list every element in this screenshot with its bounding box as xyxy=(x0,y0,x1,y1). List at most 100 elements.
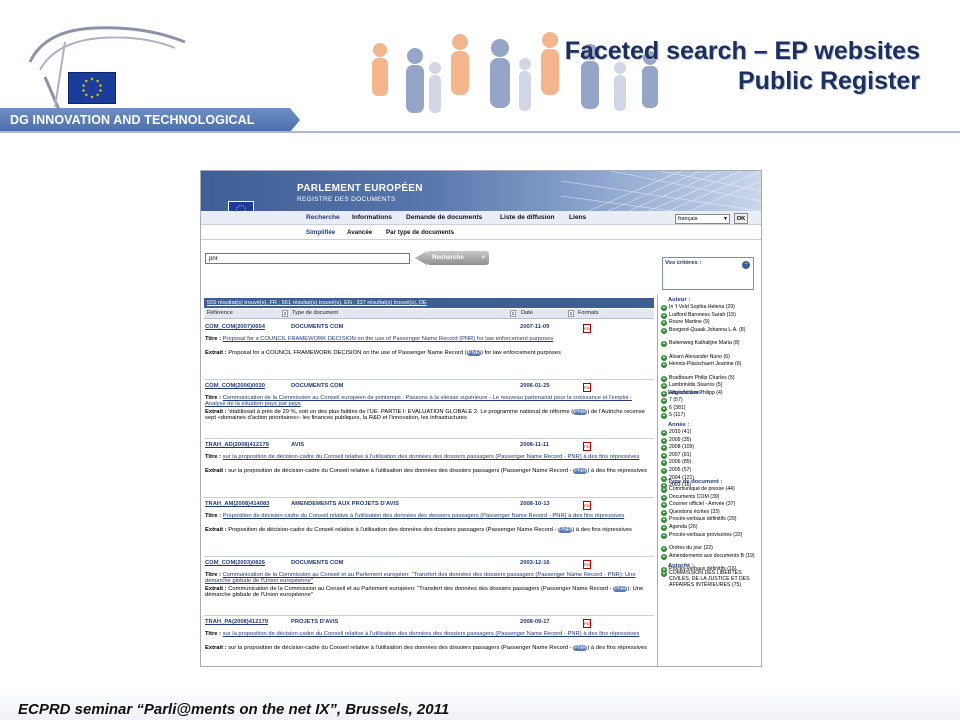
facet-item[interactable]: 5 (117) xyxy=(660,412,756,419)
result-title-link[interactable]: sur la proposition de décision-cadre du … xyxy=(223,454,640,460)
extract-text-before: Proposal for a COUNCIL FRAMEWORK DECISIO… xyxy=(228,350,467,356)
facet-item[interactable]: Courrier officiel - Arrivée (37) xyxy=(660,501,756,508)
pdf-icon[interactable]: PDF xyxy=(583,560,592,569)
result-title-link[interactable]: Proposition de décision-cadre du Conseil… xyxy=(223,513,625,519)
pdf-icon[interactable]: PDF xyxy=(583,501,592,510)
facet-item[interactable]: 2008 (109) xyxy=(660,444,756,451)
facet-item[interactable]: Alvaro Alexander Nuno (6) xyxy=(660,354,756,361)
nav-recherche[interactable]: Recherche xyxy=(306,214,340,221)
facet-item[interactable]: Questions écrites (33) xyxy=(660,509,756,516)
result-reference-link[interactable]: TRAH_AM(2008)414083 xyxy=(205,501,269,507)
nav-informations[interactable]: Informations xyxy=(352,214,392,221)
result-title: Titre : sur la proposition de décision-c… xyxy=(205,454,651,460)
titre-label: Titre : xyxy=(205,631,221,637)
facet-item[interactable]: Lambrinidis Stavros (5) xyxy=(660,382,756,389)
facet-item[interactable]: Ordres du jour (22) xyxy=(660,545,756,552)
pdf-icon[interactable]: PDF xyxy=(583,324,592,333)
facet-item[interactable]: 2005 (57) xyxy=(660,467,756,474)
result-extract: Extrait : Proposal for a COUNCIL FRAMEWO… xyxy=(205,350,651,356)
facet-item[interactable]: In 't Veld Sophia Helena (29) xyxy=(660,304,756,311)
facet-item[interactable]: Boogerd-Quaak Johanna L.A. (8) xyxy=(660,327,756,334)
result-reference-link[interactable]: COM_COM(2007)0654 xyxy=(205,324,265,330)
result-reference-link[interactable]: TRAH_PA(2008)412179 xyxy=(205,619,268,625)
col-date[interactable]: Date xyxy=(521,310,533,316)
facet-item[interactable]: 6 (381) xyxy=(660,405,756,412)
facet-item[interactable]: Roure Martine (9) xyxy=(660,319,756,326)
result-title-link[interactable]: Proposal for a COUNCIL FRAMEWORK DECISIO… xyxy=(223,336,554,342)
results-summary: 555 résultat(s) trouvé(s), FR ; 561 résu… xyxy=(204,298,654,308)
result-extract: Extrait : 'établissait à près de 29 %, s… xyxy=(205,409,651,422)
facet-item[interactable]: 2007 (91) xyxy=(660,452,756,459)
svg-text:★: ★ xyxy=(96,92,100,98)
public-register-screenshot: PARLEMENT EUROPÉEN REGISTRE DES DOCUMENT… xyxy=(200,170,762,667)
result-title-link[interactable]: Communication de la Commission au Consei… xyxy=(205,395,632,407)
subnav-par-type[interactable]: Par type de documents xyxy=(386,229,454,236)
result-date: 2007-11-09 xyxy=(520,324,550,330)
search-plus-icon[interactable]: + xyxy=(481,251,485,265)
col-sort-icon[interactable]: ⇕ xyxy=(568,310,574,317)
titre-label: Titre : xyxy=(205,454,221,460)
facet-item[interactable]: 7 (57) xyxy=(660,397,756,404)
search-button[interactable]: Recherche + xyxy=(427,251,489,265)
subnav-simplifiee[interactable]: Simplifiée xyxy=(306,229,335,236)
facet-item[interactable]: Hennis-Plasschaert Jeanine (6) xyxy=(660,361,756,368)
result-title-link[interactable]: sur la proposition de décision-cadre du … xyxy=(223,631,640,637)
col-sort-icon[interactable]: ⇕ xyxy=(510,310,516,317)
subnav-avancee[interactable]: Avancée xyxy=(347,229,372,236)
result-reference-link[interactable]: COM_COM(2003)0826 xyxy=(205,560,265,566)
extrait-label: Extrait : xyxy=(205,409,227,415)
results-list: COM_COM(2007)0654 DOCUMENTS COM 2007-11-09… xyxy=(204,321,654,666)
result-title: Titre : Communication de la Commission a… xyxy=(205,395,651,408)
col-reference[interactable]: Référence xyxy=(207,310,233,316)
pdf-icon[interactable]: PDF xyxy=(583,383,592,392)
nav-liens[interactable]: Liens xyxy=(569,214,586,221)
extract-text-before: Proposition de décision-cadre du Conseil… xyxy=(228,527,558,533)
facet-item[interactable]: Agenda (26) xyxy=(660,524,756,531)
result-date: 2008-09-17 xyxy=(520,619,550,625)
slide-title: Faceted search – EP websites Public Regi… xyxy=(565,36,920,96)
result-extract: Extrait : sur la proposition de décision… xyxy=(205,645,651,651)
result-type: AVIS xyxy=(291,442,305,448)
pdf-icon[interactable]: PDF xyxy=(583,442,592,451)
ep-site-name: PARLEMENT EUROPÉEN xyxy=(297,183,423,194)
facet-item[interactable]: Buitenweg Kathalijne Maria (8) xyxy=(660,340,756,347)
nav-demande-documents[interactable]: Demande de documents xyxy=(406,214,482,221)
results-summary-text[interactable]: 555 résultat(s) trouvé(s), FR ; 561 résu… xyxy=(207,300,427,306)
facet-item[interactable]: COMMISSION DES LIBERTÉS CIVILES, DE LA J… xyxy=(660,570,756,588)
search-input[interactable]: pnr xyxy=(205,253,410,264)
col-formats[interactable]: Formats xyxy=(578,310,599,316)
facet-item[interactable]: Documents COM (39) xyxy=(660,494,756,501)
search-term-highlight: PNR xyxy=(558,527,573,533)
col-type[interactable]: Type de document xyxy=(292,310,338,316)
facet-group-title: Année : xyxy=(668,422,690,428)
results-column-headers: Référence ⇕ Type de document ⇕ Date ⇕ Fo… xyxy=(204,309,654,319)
result-title-link[interactable]: Communication de la Commission au Consei… xyxy=(205,572,636,584)
nav-liste-diffusion[interactable]: Liste de diffusion xyxy=(500,214,555,221)
facet-item[interactable]: Amendements aux documents B (19) xyxy=(660,553,756,560)
result-reference-link[interactable]: COM_COM(2006)0030 xyxy=(205,383,265,389)
extract-text-before: 'établissait à près de 29 %, soit un des… xyxy=(228,409,574,415)
svg-text:★: ★ xyxy=(90,94,94,100)
facet-item[interactable]: Procès-verbaux définitifs (29) xyxy=(660,517,756,524)
result-reference-link[interactable]: TRAH_AD(2008)412179 xyxy=(205,442,269,448)
facet-item[interactable]: 2010 (41) xyxy=(660,429,756,436)
search-term-highlight: PNR xyxy=(573,409,588,415)
eu-flag-icon: ★ ★ ★ ★ ★ ★ ★ ★ ★ ★ xyxy=(68,72,116,104)
result-type: DOCUMENTS COM xyxy=(291,383,344,389)
facet-item[interactable]: Bradbourn Philip Charles (5) xyxy=(660,375,756,382)
facet-item[interactable]: Ludford Baroness Sarah (15) xyxy=(660,312,756,319)
titre-label: Titre : xyxy=(205,395,221,401)
facet-group-title: Type de document : xyxy=(668,479,723,485)
facet-item[interactable]: Procès-verbaux provisoires (22) xyxy=(660,532,756,539)
search-term-highlight: PNR xyxy=(573,468,588,474)
facet-item[interactable]: Communiqué de presse (44) xyxy=(660,486,756,493)
facet-item[interactable]: 2006 (85) xyxy=(660,460,756,467)
pdf-icon[interactable]: PDF xyxy=(583,619,592,628)
facet-item[interactable]: 2009 (35) xyxy=(660,437,756,444)
col-sort-icon[interactable]: ⇕ xyxy=(282,310,288,317)
language-ok-button[interactable]: OK xyxy=(734,213,748,224)
extrait-label: Extrait : xyxy=(205,527,227,533)
language-select[interactable]: français xyxy=(675,214,730,224)
result-row: COM_COM(2006)0030 DOCUMENTS COM 2006-01-25… xyxy=(204,380,654,439)
collapse-icon[interactable]: − xyxy=(742,261,750,269)
